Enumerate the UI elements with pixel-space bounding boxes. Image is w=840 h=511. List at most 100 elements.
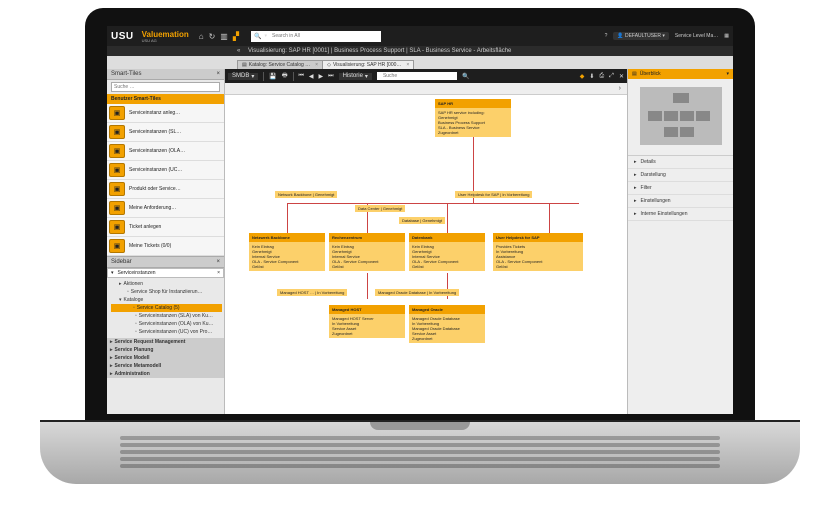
print-icon[interactable]: 🖶: [282, 71, 288, 81]
mode-dropdown[interactable]: SMDB▾: [228, 73, 258, 80]
close-icon[interactable]: ×: [217, 270, 220, 276]
diagram-node[interactable]: Managed Oracle Managed Oracle DatabaseIn…: [409, 305, 485, 343]
canvas-toolbar: SMDB▾ 💾 🖶 ⏮ ◀ ▶ ⏭ Historie▾ 🔍 ◆: [225, 69, 627, 83]
tree-node[interactable]: ▫Serviceinstanzen (UC) von Pro…: [111, 328, 222, 336]
panel-item-darstellung[interactable]: ▸Darstellung: [628, 169, 733, 182]
tile-icon: ▣: [109, 144, 125, 158]
collapse-right-icon[interactable]: ›: [619, 85, 621, 92]
edge-label: Network Backbone | Genehmigt: [275, 191, 337, 198]
band-label: Überblick: [640, 71, 661, 77]
tab-catalog[interactable]: ▤ Katalog: Service Catalog … ×: [237, 60, 323, 69]
close-icon[interactable]: ✕: [619, 73, 624, 80]
smart-tile[interactable]: ▣Serviceinstanzen (UC…: [107, 161, 224, 180]
smart-tile[interactable]: ▣ Serviceinstanz anleg…: [107, 104, 224, 123]
diagram-node[interactable]: Rechenzentrum Kein EintragGenehmigtInter…: [329, 233, 405, 271]
node-body: SAP HR service including: Genehmigt Busi…: [435, 108, 511, 137]
close-icon[interactable]: ×: [406, 62, 409, 68]
folder-label: Service Metamodell: [115, 363, 162, 369]
app-screen: USU Valuemation USU AG ⌂ ↻ ▥ ▞ 🔍 ▾ ? 👤: [107, 26, 733, 414]
tree-node[interactable]: ▾Kataloge: [111, 296, 222, 304]
diagram-canvas[interactable]: SAP HR SAP HR service including: Genehmi…: [225, 95, 627, 414]
search-scope-dropdown[interactable]: ▾: [265, 33, 268, 39]
smart-tile[interactable]: ▣Serviceinstanzen (OLA…: [107, 142, 224, 161]
avatar-icon: 👤: [617, 33, 623, 39]
close-icon[interactable]: ×: [216, 259, 220, 265]
search-go-icon[interactable]: 🔍: [462, 73, 469, 80]
smart-tile[interactable]: ▣Meine Tickets (0/0): [107, 237, 224, 256]
user-menu[interactable]: 👤 DEFAULTUSER ▾: [613, 32, 669, 40]
sidebar-folder[interactable]: ▸Service Request Management: [107, 338, 224, 346]
smart-tiles-header: Smart-Tiles ×: [107, 69, 224, 80]
diagram-node[interactable]: Datenbank Kein EintragGenehmigtInternal …: [409, 233, 485, 271]
tree-node[interactable]: ▸Aktionen: [111, 280, 222, 288]
diagram-node[interactable]: Managed HOST Managed HOST ServerIn Vorbe…: [329, 305, 405, 338]
collapse-icon[interactable]: ▾: [726, 71, 729, 77]
chart-icon[interactable]: ▞: [233, 32, 239, 41]
help-icon[interactable]: ?: [605, 33, 608, 39]
overview-minimap[interactable]: [628, 79, 733, 155]
canvas-search-input[interactable]: [381, 72, 453, 80]
tree-node-selected[interactable]: ▫Service Catalog (5): [111, 304, 222, 312]
tile-label: Serviceinstanz anleg…: [129, 110, 180, 116]
config-icon[interactable]: ▦: [724, 33, 729, 39]
panel-item-details[interactable]: ▸Details: [628, 156, 733, 169]
tree-node[interactable]: ▫Service Shop für Instanziierun…: [111, 288, 222, 296]
expand-icon[interactable]: ⤢: [609, 73, 614, 80]
item-label: Darstellung: [641, 172, 666, 178]
tile-label: Serviceinstanzen (SL…: [129, 129, 181, 135]
doc-icon[interactable]: ▥: [220, 32, 228, 41]
tile-icon: ▣: [109, 106, 125, 120]
tree-node[interactable]: ▫Serviceinstanzen (OLA) von Ku…: [111, 320, 222, 328]
smart-tiles-search[interactable]: [111, 82, 220, 92]
last-icon[interactable]: ⏭: [328, 73, 333, 80]
smart-tile[interactable]: ▣Serviceinstanzen (SL…: [107, 123, 224, 142]
tab-visualization[interactable]: ◇ Visualisierung: SAP HR [000… ×: [322, 60, 414, 69]
smart-tile[interactable]: ▣Produkt oder Service…: [107, 180, 224, 199]
global-search[interactable]: 🔍 ▾: [251, 31, 381, 42]
smart-tile[interactable]: ▣Meine Anforderung…: [107, 199, 224, 218]
chevron-icon: ▸: [110, 339, 113, 345]
diagram-node-root[interactable]: SAP HR SAP HR service including: Genehmi…: [435, 99, 511, 137]
history-dropdown[interactable]: Historie▾: [339, 73, 372, 80]
panel-item-einstellungen[interactable]: ▸Einstellungen: [628, 195, 733, 208]
smart-tile[interactable]: ▣Ticket anlegen: [107, 218, 224, 237]
download-icon[interactable]: ⬇: [589, 73, 594, 80]
panel-item-intern[interactable]: ▸Interne Einstellungen: [628, 208, 733, 221]
reload-icon[interactable]: ↻: [209, 32, 216, 41]
node-body: Kein EintragGenehmigtInternal ServiceOLA…: [329, 242, 405, 271]
sidebar-folder[interactable]: ▸Service Planung: [107, 346, 224, 354]
chevron-down-icon: ▾: [111, 270, 114, 276]
catalog-icon: ▤: [242, 62, 247, 68]
edge-label: Data Center | Genehmigt: [355, 205, 405, 212]
role-label: Service Level Ma…: [675, 33, 718, 39]
global-search-input[interactable]: [270, 32, 378, 40]
canvas-search[interactable]: [377, 72, 457, 80]
doc-icon: ▫: [127, 289, 129, 295]
chevron-icon: ▾: [119, 297, 122, 303]
first-icon[interactable]: ⏮: [299, 73, 304, 80]
doc-icon: ▫: [135, 321, 137, 327]
diagram-node[interactable]: User Helpdesk for SAP Provides TicketsIn…: [493, 233, 583, 271]
highlight-icon[interactable]: ◆: [580, 73, 585, 80]
capture-icon[interactable]: ⎙: [599, 73, 604, 80]
tree-node[interactable]: ▫Serviceinstanzen (SLA) von Ku…: [111, 312, 222, 320]
node-title: Datenbank: [409, 233, 485, 242]
sidebar-group[interactable]: ▾ Serviceinstanzen ×: [107, 268, 224, 278]
tile-icon: ▣: [109, 201, 125, 215]
close-icon[interactable]: ×: [216, 71, 220, 77]
sidebar-folder[interactable]: ▸Service Metamodell: [107, 362, 224, 370]
chevron-icon: ▸: [110, 347, 113, 353]
laptop-frame: USU Valuemation USU AG ⌂ ↻ ▥ ▞ 🔍 ▾ ? 👤: [85, 8, 755, 428]
overview-band[interactable]: ▤ Überblick ▾: [628, 69, 733, 79]
diagram-node[interactable]: Netzwerk Backbone Kein EintragGenehmigtI…: [249, 233, 325, 271]
next-icon[interactable]: ▶: [319, 73, 324, 80]
panel-item-filter[interactable]: ▸Filter: [628, 182, 733, 195]
save-icon[interactable]: 💾: [269, 73, 276, 80]
tabs-menu-icon[interactable]: «: [237, 48, 240, 54]
sidebar-folder[interactable]: ▸Service Modell: [107, 354, 224, 362]
sidebar-folder[interactable]: ▸Administration: [107, 370, 224, 378]
home-icon[interactable]: ⌂: [199, 32, 204, 41]
doc-icon: ▫: [133, 305, 135, 311]
prev-icon[interactable]: ◀: [309, 73, 314, 80]
close-icon[interactable]: ×: [315, 62, 318, 68]
